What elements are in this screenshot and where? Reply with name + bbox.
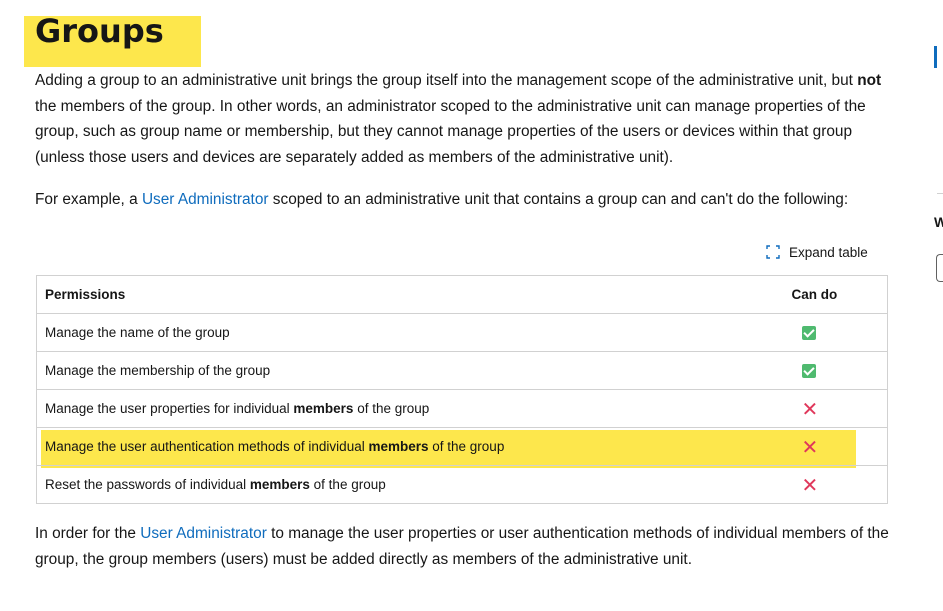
permission-cell: Manage the name of the group [36,313,784,352]
expand-table-button[interactable]: Expand table [766,242,868,262]
user-administrator-link[interactable]: User Administrator [142,191,269,208]
permission-cell: Manage the user properties for individua… [36,389,784,428]
can-do-cell: ✕ [783,465,888,504]
table-row: Manage the user authentication methods o… [36,427,888,466]
permissions-header: Permissions [36,275,784,314]
sidebar-button-fragment[interactable] [936,254,943,282]
intro-paragraph: Adding a group to an administrative unit… [35,68,895,170]
expand-table-icon [766,245,780,259]
can-do-header: Can do [783,275,888,314]
sidebar-divider [937,193,943,194]
permission-text-end: of the group [428,439,505,454]
table-header-row: Permissions Can do [36,275,888,314]
permission-text: Reset the passwords of individual [45,477,250,492]
table-row: Manage the membership of the group [36,351,888,390]
footer-text-1: In order for the [35,525,141,542]
intro-text-2: the members of the group. In other words… [35,97,866,166]
permission-bold-text: members [368,439,429,454]
footer-paragraph: In order for the User Administrator to m… [35,521,895,572]
permission-bold-text: members [249,477,310,492]
permission-bold-text: members [293,401,354,416]
cross-mark-icon: ✕ [801,397,819,422]
permission-text: Manage the membership of the group [45,363,271,378]
can-do-cell: ✕ [783,389,888,428]
can-do-cell [783,351,888,390]
table-row: Reset the passwords of individual member… [36,465,888,504]
permission-text: Manage the name of the group [45,325,230,340]
can-do-cell: ✕ [783,427,888,466]
intro-text-1: Adding a group to an administrative unit… [35,72,858,89]
permission-cell: Manage the membership of the group [36,351,784,390]
check-mark-icon [801,326,816,341]
permission-cell: Reset the passwords of individual member… [36,465,784,504]
example-paragraph: For example, a User Administrator scoped… [35,187,895,213]
docs-page: Groups Adding a group to an administrati… [0,0,943,611]
example-text-2: scoped to an administrative unit that co… [268,191,849,208]
intro-bold-not: not [857,72,882,89]
example-text-1: For example, a [35,191,142,208]
permission-cell: Manage the user authentication methods o… [36,427,784,466]
permission-text: Manage the user properties for individua… [45,401,294,416]
permission-text-end: of the group [353,401,430,416]
cross-mark-icon: ✕ [801,473,819,498]
table-row: Manage the user properties for individua… [36,389,888,428]
table-row: Manage the name of the group [36,313,888,352]
permission-text: Manage the user authentication methods o… [45,439,369,454]
sidebar-active-indicator [934,46,937,68]
sidebar-heading-fragment: W [934,214,943,230]
cross-mark-icon: ✕ [801,435,819,460]
footer-user-administrator-link[interactable]: User Administrator [140,525,267,542]
expand-table-label: Expand table [789,244,868,260]
permission-text-end: of the group [309,477,386,492]
section-heading: Groups [35,12,164,50]
can-do-cell [783,313,888,352]
permissions-table: Permissions Can do Manage the name of th… [36,275,888,504]
check-mark-icon [801,364,816,379]
